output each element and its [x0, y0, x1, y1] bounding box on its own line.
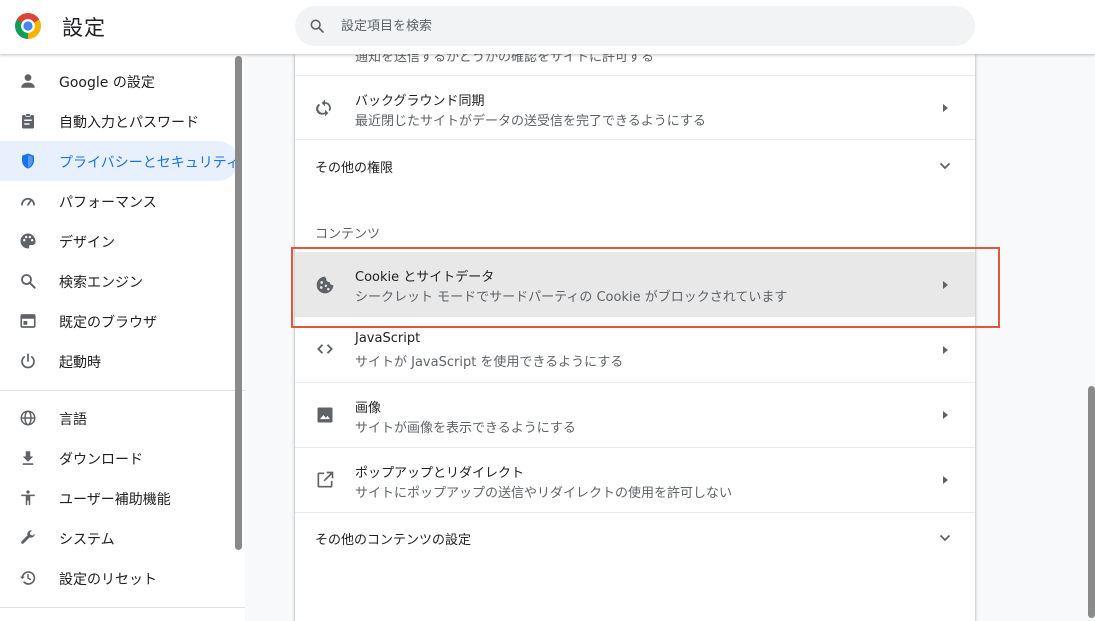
- history-icon: [20, 571, 36, 585]
- section-title: コンテンツ: [315, 227, 381, 242]
- cookies-row[interactable]: Cookie とサイトデータ シークレット モードでサードパーティの Cooki…: [295, 252, 975, 317]
- speedometer-icon: [21, 197, 35, 206]
- sidebar-item-label: 起動時: [59, 355, 101, 371]
- sidebar-item-languages[interactable]: 言語: [0, 398, 238, 438]
- settings-card: 通知を送信するかどうかの確認をサイトに許可する バックグラウンド同期 最近閉じた…: [295, 50, 975, 621]
- row-subtitle: サイトが画像を表示できるようにする: [355, 421, 576, 436]
- open-in-new-icon: [317, 471, 334, 488]
- sidebar-item-on-startup[interactable]: 起動時: [0, 341, 238, 381]
- shield-icon: [22, 153, 34, 169]
- background-sync-row[interactable]: バックグラウンド同期 最近閉じたサイトがデータの送受信を完了できるようにする: [295, 76, 975, 139]
- arrow-right-icon: [943, 411, 948, 419]
- wrench-icon: [21, 530, 35, 544]
- row-title: 画像: [355, 401, 382, 416]
- sidebar-item-label: 既定のブラウザ: [59, 315, 157, 331]
- sidebar-item-label: ユーザー補助機能: [59, 492, 171, 508]
- image-icon: [317, 407, 333, 423]
- sidebar-item-label: プライバシーとセキュリティ: [59, 155, 240, 171]
- row-title: ポップアップとリダイレクト: [355, 466, 525, 481]
- search-icon: [310, 19, 324, 33]
- row-subtitle: サイトが JavaScript を使用できるようにする: [355, 355, 624, 370]
- sidebar-item-label: システム: [59, 532, 115, 548]
- row-subtitle: サイトにポップアップの送信やリダイレクトの使用を許可しない: [355, 486, 733, 501]
- sidebar-item-autofill[interactable]: 自動入力とパスワード: [0, 101, 238, 141]
- code-icon: [317, 344, 333, 354]
- expand-label: その他の権限: [315, 161, 394, 176]
- search-icon: [21, 274, 36, 289]
- search-bar[interactable]: [295, 6, 975, 46]
- sidebar-item-label: ダウンロード: [59, 452, 143, 468]
- person-icon: [21, 74, 35, 88]
- accessibility-icon: [21, 490, 35, 506]
- images-row[interactable]: 画像 サイトが画像を表示できるようにする: [295, 383, 975, 447]
- main-scrollbar[interactable]: [1088, 386, 1095, 618]
- sidebar-item-search-engine[interactable]: 検索エンジン: [0, 261, 238, 301]
- sidebar-item-label: 検索エンジン: [59, 275, 143, 291]
- sidebar-item-default-browser[interactable]: 既定のブラウザ: [0, 301, 238, 341]
- sidebar-divider: [0, 390, 245, 391]
- row-title: バックグラウンド同期: [355, 94, 485, 109]
- page-title: 設定: [62, 16, 106, 40]
- cookie-icon: [316, 276, 334, 294]
- sidebar-divider: [0, 607, 245, 608]
- sidebar-item-system[interactable]: システム: [0, 518, 238, 558]
- sidebar-item-reset[interactable]: 設定のリセット: [0, 558, 238, 598]
- sidebar-item-privacy[interactable]: プライバシーとセキュリティ: [0, 141, 240, 181]
- sidebar-item-label: デザイン: [59, 235, 115, 251]
- sync-icon: [316, 99, 331, 117]
- browser-icon: [20, 314, 36, 328]
- sidebar-item-downloads[interactable]: ダウンロード: [0, 438, 238, 478]
- other-content-settings-row[interactable]: その他のコンテンツの設定: [295, 513, 975, 563]
- arrow-right-icon: [943, 281, 948, 289]
- sidebar-item-label: 言語: [59, 412, 87, 428]
- popups-row[interactable]: ポップアップとリダイレクト サイトにポップアップの送信やリダイレクトの使用を許可…: [295, 448, 975, 512]
- sidebar-item-appearance[interactable]: デザイン: [0, 221, 238, 261]
- row-title: JavaScript: [355, 331, 421, 346]
- search-input[interactable]: [341, 6, 941, 46]
- row-title: Cookie とサイトデータ: [355, 270, 495, 285]
- arrow-right-icon: [943, 476, 948, 484]
- sidebar-item-performance[interactable]: パフォーマンス: [0, 181, 238, 221]
- power-icon: [21, 353, 35, 369]
- download-icon: [22, 451, 34, 465]
- clipboard-icon: [22, 113, 34, 129]
- chevron-down-icon: [939, 534, 951, 542]
- row-subtitle: シークレット モードでサードパーティの Cookie がブロックされています: [355, 290, 788, 305]
- sidebar-item-accessibility[interactable]: ユーザー補助機能: [0, 478, 238, 518]
- expand-label: その他のコンテンツの設定: [315, 533, 472, 548]
- other-permissions-row[interactable]: その他の権限: [295, 140, 975, 190]
- sidebar-item-label: パフォーマンス: [59, 195, 157, 211]
- chrome-logo-icon: [15, 13, 41, 39]
- globe-icon: [20, 410, 36, 426]
- sidebar-item-google[interactable]: Google の設定: [0, 61, 238, 101]
- sidebar-scrollbar[interactable]: [235, 56, 242, 550]
- arrow-right-icon: [943, 104, 948, 112]
- palette-icon: [20, 233, 36, 249]
- sidebar: Google の設定 自動入力とパスワード プライバシーとセキュリティ パフォー…: [0, 54, 245, 621]
- row-subtitle: 最近閉じたサイトがデータの送受信を完了できるようにする: [355, 114, 706, 129]
- javascript-row[interactable]: JavaScript サイトが JavaScript を使用できるようにする: [295, 318, 975, 381]
- chevron-down-icon: [939, 162, 951, 170]
- header: 設定: [0, 0, 1095, 54]
- sidebar-item-label: Google の設定: [59, 75, 155, 91]
- sidebar-item-label: 自動入力とパスワード: [59, 115, 199, 131]
- sidebar-item-label: 設定のリセット: [59, 572, 157, 588]
- arrow-right-icon: [943, 346, 948, 354]
